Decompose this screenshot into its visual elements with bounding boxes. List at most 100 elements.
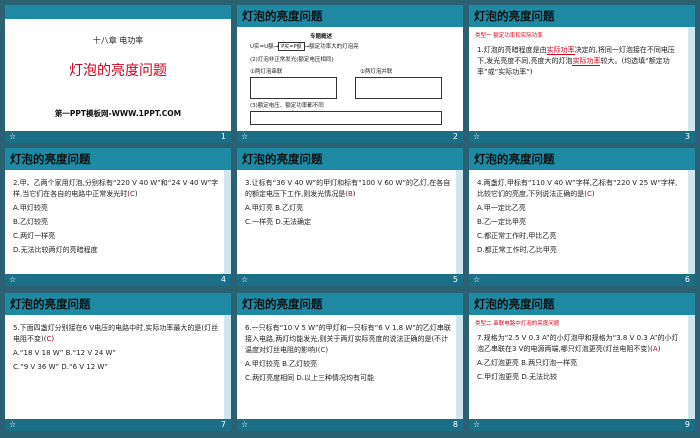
slide-header-bar: 灯泡的亮度问题 [5,293,231,315]
slide-title: 灯泡的亮度问题 [10,152,91,166]
slide-header-bar: 灯泡的亮度问题 [237,5,463,27]
option: C.两灯一样亮 [13,232,56,240]
diagram-parallel-label: ②两灯泡并联 [360,69,393,75]
side-stripe [456,170,463,274]
option: A.“18 V 18 W” B.“12 V 24 W” [13,349,117,357]
slide-header-bar: 灯泡的亮度问题 [237,293,463,315]
star-icon: ☆ [473,420,481,429]
star-icon: ☆ [473,275,481,284]
diagram-series-label: ①两灯泡串联 [250,69,283,75]
slide-header-bar: 灯泡的亮度问题 [469,293,695,315]
slide-title: 灯泡的亮度问题 [474,9,555,23]
option: A.甲灯亮 B.乙灯亮 [245,204,304,212]
answer-blank-1: 实际功率 [546,46,575,55]
side-stripe [688,27,695,131]
slide-footer-bar: ☆ 8 [237,419,463,431]
slide-9-thumbnail[interactable]: 灯泡的亮度问题 类型二 串联电路中灯泡的亮度问题 7.规格为“2.5 V 0.3… [469,293,695,431]
side-stripe [224,170,231,274]
option: C.一样亮 D.无法确定 [245,218,311,226]
option: A.甲灯较亮 [13,204,48,212]
question-text: 3.让标有“36 V 40 W”的甲灯和标有“100 V 60 W”的乙灯,在各… [245,179,451,226]
site-label: 第一PPT模板网-WWW.1PPT.COM [54,109,182,118]
star-icon: ☆ [241,275,249,284]
option: C.甲灯泡更亮 D.无法比较 [477,373,557,381]
diagram-subtitle: 专题概述 [310,34,333,40]
slide-header-bar: 灯泡的亮度问题 [469,148,695,170]
diagram-formula-box [250,111,442,125]
slide-number: 1 [220,132,226,141]
slide-title: 灯泡的亮度问题 [474,152,555,166]
slide-header-bar: 灯泡的亮度问题 [237,148,463,170]
side-stripe [688,170,695,274]
slide-4-thumbnail[interactable]: 灯泡的亮度问题 2.甲、乙两个家用灯泡,分别标有“220 V 40 W”和“24… [5,148,231,286]
option: C.“9 V 36 W” D.“6 V 12 W” [13,363,108,371]
slide-footer-bar: ☆ 9 [469,419,695,431]
slide-title: 灯泡的亮度问题 [242,297,323,311]
slide-number: 9 [684,420,690,429]
option: D.都正常工作时,乙比甲亮 [477,246,557,254]
slide-title: 灯泡的亮度问题 [10,297,91,311]
slide-header-bar: 灯泡的亮度问题 [469,5,695,27]
option: A.乙灯泡更亮 B.两只灯泡一样亮 [477,359,578,367]
slide-2-thumbnail[interactable]: 灯泡的亮度问题 专题概述 U实=U额→ P实=P额 →额定功率大的灯泡亮 (2)灯泡… [237,5,463,143]
slide-7-thumbnail[interactable]: 灯泡的亮度问题 5.下面四盏灯分别接在6 V电压的电路中时,实际功率最大的是(灯… [5,293,231,431]
slide-number: 4 [220,275,226,284]
slide-footer-bar: ☆ 5 [237,274,463,286]
slide-number: 3 [684,132,690,141]
slide-number: 2 [452,132,458,141]
answer-blank-2: 实际功率 [572,57,601,66]
slide-6-thumbnail[interactable]: 灯泡的亮度问题 4.两盏灯,甲标有“110 V 40 W”字样,乙标有“220 … [469,148,695,286]
question-text: 6.一只标有“10 V 5 W”的甲灯和一只标有“6 V 1.8 W”的乙灯串联… [245,324,451,382]
diagram-parallel-box [355,77,442,99]
option: B.乙灯较亮 [13,218,49,226]
overview-diagram: 专题概述 U实=U额→ P实=P额 →额定功率大的灯泡亮 (2)灯泡非正常发光(额定… [245,31,450,127]
option: B.乙一定比甲亮 [477,218,527,226]
slide-header-bar: 灯泡的亮度问题 [5,148,231,170]
star-icon: ☆ [9,275,17,284]
star-icon: ☆ [241,420,249,429]
slide-title: 灯泡的亮度问题 [69,63,167,79]
type-tag: 类型二 串联电路中灯泡的亮度问题 [475,321,560,327]
diagram-line-1: U实=U额→ P实=P额 →额定功率大的灯泡亮 [250,42,359,51]
side-stripe [456,315,463,419]
slide-footer-bar: ☆ 3 [469,131,695,143]
star-icon: ☆ [241,132,249,141]
question-text: 5.下面四盏灯分别接在6 V电压的电路中时,实际功率最大的是(灯丝电阻不变)(C… [13,324,219,371]
question-text: 4.两盏灯,甲标有“110 V 40 W”字样,乙标有“220 V 25 W”字… [477,178,683,259]
option: C.两灯亮度相同 D.以上三种情况均有可能 [245,374,374,382]
slide-header-bar [5,5,231,19]
question-text: 7.规格为“2.5 V 0.3 A”的小灯泡甲和规格为“3.8 V 0.3 A”… [477,333,683,386]
option: D.无法比较两灯的亮暗程度 [13,246,98,254]
slide-footer-bar: ☆ 2 [237,131,463,143]
slide-title: 灯泡的亮度问题 [242,152,323,166]
option: A.甲一定比乙亮 [477,204,526,212]
question-text: 2.甲、乙两个家用灯泡,分别标有“220 V 40 W”和“24 V 40 W”… [13,179,219,254]
slide-number: 6 [684,275,690,284]
diagram-line-2: (2)灯泡非正常发光(额定电压相同) [250,57,334,63]
star-icon: ☆ [9,420,17,429]
slide-number: 5 [452,275,458,284]
slide-footer-bar: ☆ 4 [5,274,231,286]
slide-5-thumbnail[interactable]: 灯泡的亮度问题 3.让标有“36 V 40 W”的甲灯和标有“100 V 60 … [237,148,463,286]
question-text: 1.灯泡的亮暗程度是由实际功率决定的,将同一灯泡接在不同电压下,发光亮度不同,亮… [477,46,675,76]
side-stripe [688,315,695,419]
slide-number: 8 [452,420,458,429]
chapter-label: 十八章 电功率 [92,36,144,45]
option: C.都正常工作时,甲比乙亮 [477,232,557,240]
type-tag: 类型一 额定功率和实际功率 [475,33,543,39]
slide-8-thumbnail[interactable]: 灯泡的亮度问题 6.一只标有“10 V 5 W”的甲灯和一只标有“6 V 1.8… [237,293,463,431]
slide-footer-bar: ☆ 7 [5,419,231,431]
slide-footer-bar: ☆ 6 [469,274,695,286]
slide-number: 7 [220,420,226,429]
slide-title: 灯泡的亮度问题 [474,297,555,311]
option: A.甲灯较亮 B.乙灯较亮 [245,360,318,368]
diagram-line-4: (3)额定电压、额定功率都不同 [250,103,324,109]
side-stripe [224,315,231,419]
slide-title: 灯泡的亮度问题 [242,9,323,23]
slide-footer-bar: ☆ 1 [5,131,231,143]
star-icon: ☆ [9,132,17,141]
slide-3-thumbnail[interactable]: 灯泡的亮度问题 类型一 额定功率和实际功率 1.灯泡的亮暗程度是由实际功率决定的… [469,5,695,143]
star-icon: ☆ [473,132,481,141]
slide-1-thumbnail[interactable]: 十八章 电功率 灯泡的亮度问题 第一PPT模板网-WWW.1PPT.COM ☆ 1 [5,5,231,143]
diagram-series-box [250,77,337,99]
